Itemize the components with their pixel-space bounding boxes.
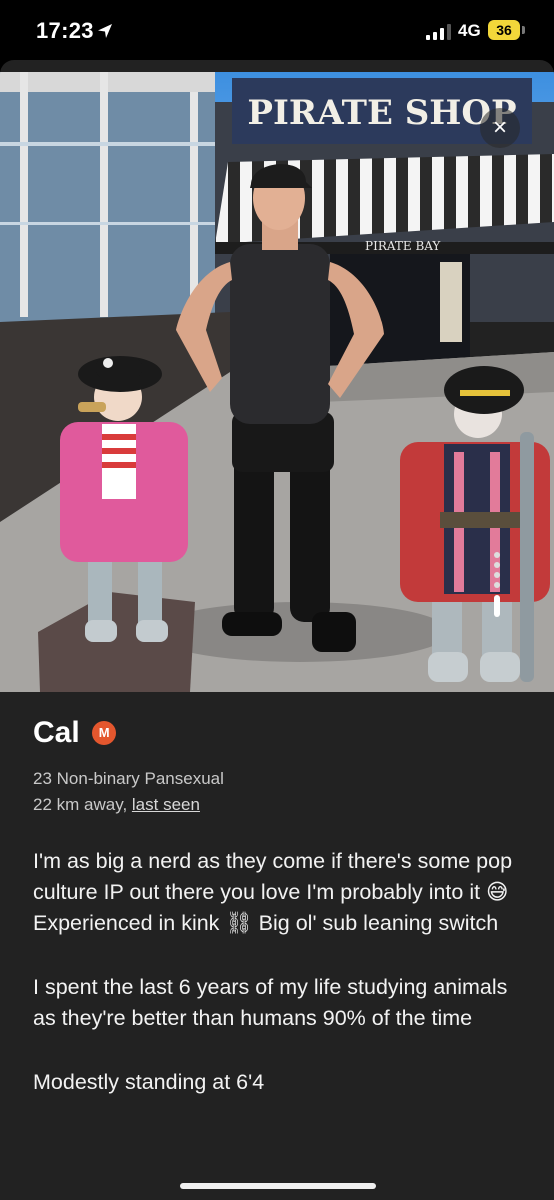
membership-badge-icon: M <box>92 721 117 745</box>
last-seen-link[interactable]: last seen <box>132 795 200 814</box>
identity-line: 23 Non-binary Pansexual <box>33 769 224 788</box>
battery-icon: 36 <box>488 20 520 40</box>
profile-sheet: PIRATE SHOP PIRATE BAY × Cal M 23 Non-bi… <box>0 60 554 1200</box>
bio-paragraph: I'm as big a nerd as they come if there'… <box>33 849 513 935</box>
profile-name: Cal <box>33 716 80 749</box>
distance-text: 22 km away, <box>33 795 128 814</box>
location-arrow-icon <box>98 24 112 38</box>
status-bar: 17:23 4G 36 <box>0 0 554 60</box>
network-type: 4G <box>458 21 481 40</box>
name-row: Cal M <box>33 716 117 756</box>
bio-paragraph: Modestly standing at 6'4 <box>33 1070 265 1094</box>
sign-text: PIRATE SHOP <box>247 93 516 133</box>
home-indicator[interactable] <box>180 1183 376 1189</box>
cellular-signal-icon <box>426 24 451 40</box>
battery-tip <box>522 26 525 34</box>
photo-page-indicator <box>494 552 500 617</box>
close-button[interactable]: × <box>480 108 520 148</box>
distance-line: 22 km away, last seen <box>33 792 224 818</box>
awning-text: PIRATE BAY <box>365 239 441 253</box>
status-time: 17:23 <box>36 18 94 43</box>
profile-info: Cal M 23 Non-binary Pansexual 22 km away… <box>0 692 554 1200</box>
bio: I'm as big a nerd as they come if there'… <box>33 846 525 1098</box>
profile-photo[interactable]: PIRATE SHOP PIRATE BAY <box>0 72 554 692</box>
bio-paragraph: I spent the last 6 years of my life stud… <box>33 975 508 1030</box>
profile-details: 23 Non-binary Pansexual 22 km away, last… <box>33 766 224 818</box>
